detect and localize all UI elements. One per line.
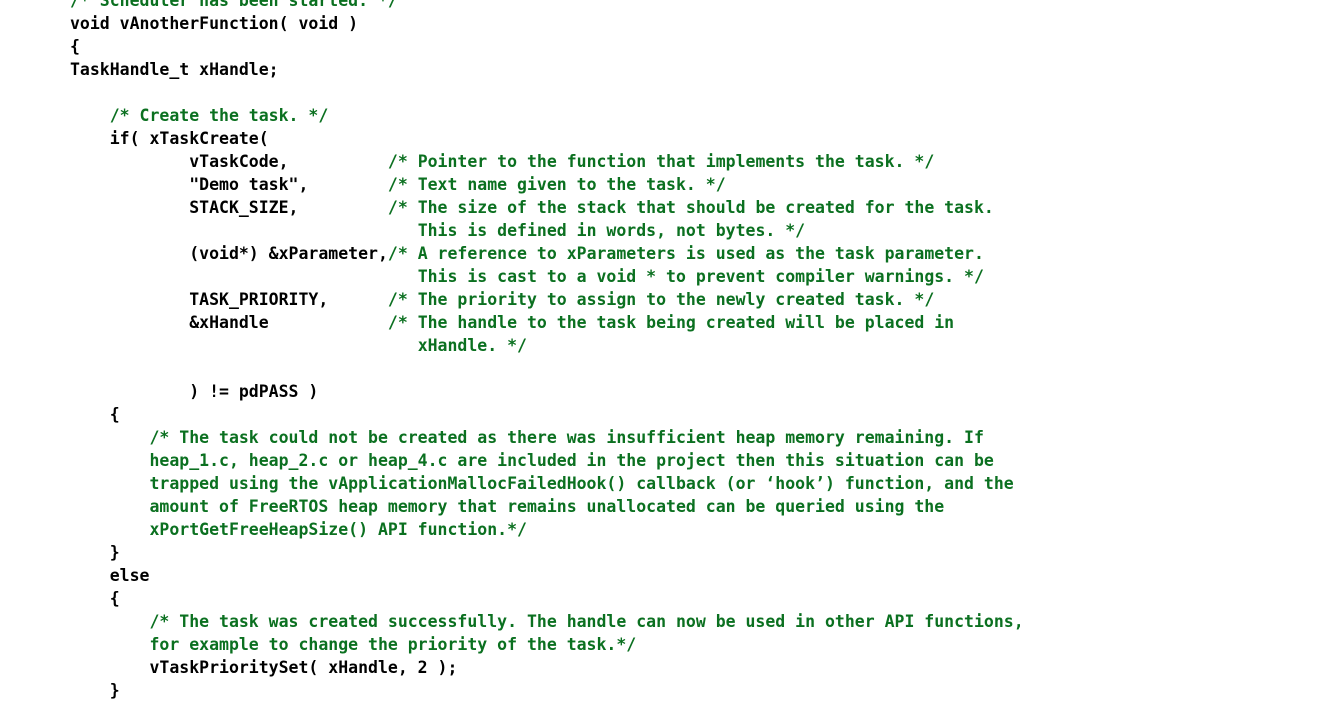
code-token: void vAnotherFunction( void ) [70,14,358,33]
code-comment: xHandle. */ [388,336,527,355]
code-line: STACK_SIZE, /* The size of the stack tha… [70,196,1344,219]
code-token: ) != pdPASS ) [70,382,318,401]
code-line: } [70,541,1344,564]
code-comment: heap_1.c, heap_2.c or heap_4.c are inclu… [70,451,994,470]
code-line: { [70,403,1344,426]
code-line: heap_1.c, heap_2.c or heap_4.c are inclu… [70,449,1344,472]
code-comment: /* Text name given to the task. */ [388,175,726,194]
code-line: void vAnotherFunction( void ) [70,12,1344,35]
code-comment: /* The priority to assign to the newly c… [388,290,934,309]
code-token: else [70,566,149,585]
code-line: amount of FreeRTOS heap memory that rema… [70,495,1344,518]
code-comment: /* A reference to xParameters is used as… [388,244,984,263]
code-token: TASK_PRIORITY, [70,290,388,309]
code-comment: /* Scheduler has been started. */ [70,0,398,10]
code-line: xPortGetFreeHeapSize() API function.*/ [70,518,1344,541]
code-comment: This is defined in words, not bytes. */ [388,221,805,240]
code-token: { [70,589,120,608]
code-token: { [70,405,120,424]
code-line: This is cast to a void * to prevent comp… [70,265,1344,288]
code-line: ) != pdPASS ) [70,380,1344,403]
code-line [70,81,1344,104]
code-token [70,267,388,286]
code-line: for example to change the priority of th… [70,633,1344,656]
code-token: { [70,37,80,56]
code-token: "Demo task", [70,175,388,194]
code-comment: for example to change the priority of th… [70,635,636,654]
code-token: &xHandle [70,313,388,332]
code-comment: amount of FreeRTOS heap memory that rema… [70,497,944,516]
code-line: /* The task could not be created as ther… [70,426,1344,449]
code-token: if( xTaskCreate( [70,129,269,148]
code-token: vTaskPrioritySet( xHandle, 2 ); [70,658,457,677]
code-token: } [70,681,120,700]
code-comment: This is cast to a void * to prevent comp… [388,267,984,286]
code-listing: /* Scheduler has been started. */ void vA… [0,0,1344,676]
code-comment: /* Create the task. */ [70,106,328,125]
code-lines-container[interactable]: /* Scheduler has been started. */ void vA… [70,0,1344,702]
code-line: xHandle. */ [70,334,1344,357]
code-line: /* The task was created successfully. Th… [70,610,1344,633]
code-line: This is defined in words, not bytes. */ [70,219,1344,242]
code-token: STACK_SIZE, [70,198,388,217]
code-line: TASK_PRIORITY, /* The priority to assign… [70,288,1344,311]
code-line: vTaskCode, /* Pointer to the function th… [70,150,1344,173]
code-comment: /* The handle to the task being created … [388,313,954,332]
code-line: TaskHandle_t xHandle; [70,58,1344,81]
code-line: if( xTaskCreate( [70,127,1344,150]
code-line: &xHandle /* The handle to the task being… [70,311,1344,334]
code-comment: trapped using the vApplicationMallocFail… [70,474,1014,493]
code-line: (void*) &xParameter,/* A reference to xP… [70,242,1344,265]
code-token: } [70,543,120,562]
code-comment: /* The size of the stack that should be … [388,198,994,217]
code-line: /* Create the task. */ [70,104,1344,127]
code-line [70,357,1344,380]
code-comment: /* The task was created successfully. Th… [70,612,1024,631]
code-line: "Demo task", /* Text name given to the t… [70,173,1344,196]
code-comment: xPortGetFreeHeapSize() API function.*/ [70,520,527,539]
code-token: (void*) &xParameter, [70,244,388,263]
code-comment: /* The task could not be created as ther… [70,428,984,447]
code-token [70,336,388,355]
code-token [70,221,388,240]
code-line: else [70,564,1344,587]
code-token: TaskHandle_t xHandle; [70,60,279,79]
code-line: { [70,35,1344,58]
code-comment: /* Pointer to the function that implemen… [388,152,934,171]
code-line: trapped using the vApplicationMallocFail… [70,472,1344,495]
code-line: { [70,587,1344,610]
code-line: } [70,679,1344,702]
code-line: /* Scheduler has been started. */ [70,0,1344,12]
code-token: vTaskCode, [70,152,388,171]
